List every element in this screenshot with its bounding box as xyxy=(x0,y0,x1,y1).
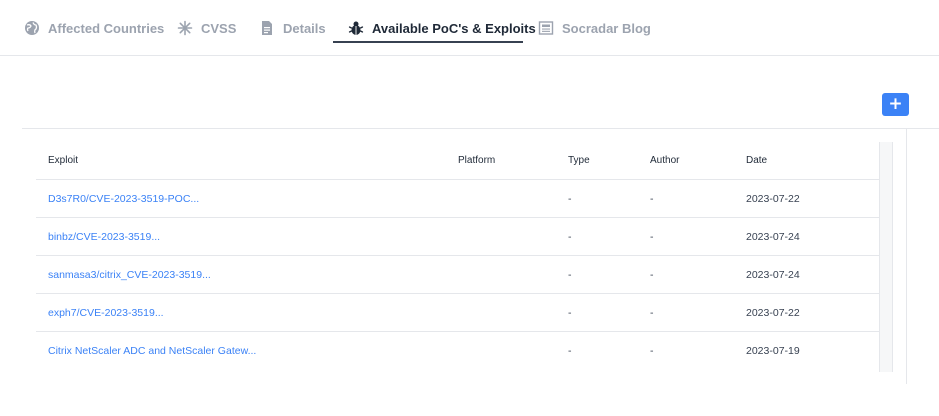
tab-available-pocs-exploits[interactable]: Available PoC's & Exploits xyxy=(348,0,536,56)
add-exploit-button[interactable]: + xyxy=(882,93,909,116)
header-type[interactable]: Type xyxy=(568,142,590,179)
exploit-link[interactable]: binbz/CVE-2023-3519... xyxy=(48,218,160,255)
tab-bar: Affected Countries CVSS Details Availabl… xyxy=(0,0,939,56)
date-cell: 2023-07-22 xyxy=(746,306,800,319)
tab-details[interactable]: Details xyxy=(259,0,326,56)
tab-label: Available PoC's & Exploits xyxy=(372,20,536,36)
type-cell: - xyxy=(568,306,572,319)
table-row: sanmasa3/citrix_CVE-2023-3519... - - 202… xyxy=(36,256,879,294)
header-exploit[interactable]: Exploit xyxy=(48,142,78,179)
table-row: D3s7R0/CVE-2023-3519-POC... - - 2023-07-… xyxy=(36,180,879,218)
author-cell: - xyxy=(650,345,654,357)
tab-label: CVSS xyxy=(201,20,237,36)
section-divider xyxy=(22,128,939,129)
table-header-row: Exploit Platform Type Author Date xyxy=(36,142,879,180)
newspaper-icon xyxy=(538,21,554,35)
exploit-link[interactable]: exph7/CVE-2023-3519... xyxy=(48,294,164,331)
table-row: exph7/CVE-2023-3519... - - 2023-07-22 xyxy=(36,294,879,332)
exploit-link[interactable]: Citrix NetScaler ADC and NetScaler Gatew… xyxy=(48,332,256,370)
date-cell: 2023-07-24 xyxy=(746,230,800,243)
active-tab-indicator xyxy=(333,41,523,43)
tab-label: Socradar Blog xyxy=(562,20,651,36)
exploit-link[interactable]: sanmasa3/citrix_CVE-2023-3519... xyxy=(48,256,211,293)
author-cell: - xyxy=(650,306,654,319)
table-row: Citrix NetScaler ADC and NetScaler Gatew… xyxy=(36,332,879,370)
author-cell: - xyxy=(650,268,654,281)
type-cell: - xyxy=(568,268,572,281)
header-author[interactable]: Author xyxy=(650,142,679,179)
date-cell: 2023-07-19 xyxy=(746,345,800,357)
globe-icon xyxy=(25,21,39,35)
document-icon xyxy=(262,21,272,35)
type-cell: - xyxy=(568,230,572,243)
author-cell: - xyxy=(650,192,654,205)
tab-label: Affected Countries xyxy=(48,20,165,36)
bug-icon xyxy=(348,21,364,35)
type-cell: - xyxy=(568,192,572,205)
tab-socradar-blog[interactable]: Socradar Blog xyxy=(538,0,651,56)
date-cell: 2023-07-24 xyxy=(746,268,800,281)
table-scrollbar[interactable] xyxy=(879,142,893,372)
tab-cvss[interactable]: CVSS xyxy=(177,0,236,56)
asterisk-icon xyxy=(177,20,193,36)
panel-border xyxy=(906,129,907,384)
tab-affected-countries[interactable]: Affected Countries xyxy=(24,0,164,56)
type-cell: - xyxy=(568,345,572,357)
table-row: binbz/CVE-2023-3519... - - 2023-07-24 xyxy=(36,218,879,256)
header-date[interactable]: Date xyxy=(746,142,767,179)
header-platform[interactable]: Platform xyxy=(458,142,495,179)
exploit-link[interactable]: D3s7R0/CVE-2023-3519-POC... xyxy=(48,180,199,217)
date-cell: 2023-07-22 xyxy=(746,192,800,205)
tab-label: Details xyxy=(283,20,326,36)
exploits-table: Exploit Platform Type Author Date D3s7R0… xyxy=(36,142,879,370)
author-cell: - xyxy=(650,230,654,243)
